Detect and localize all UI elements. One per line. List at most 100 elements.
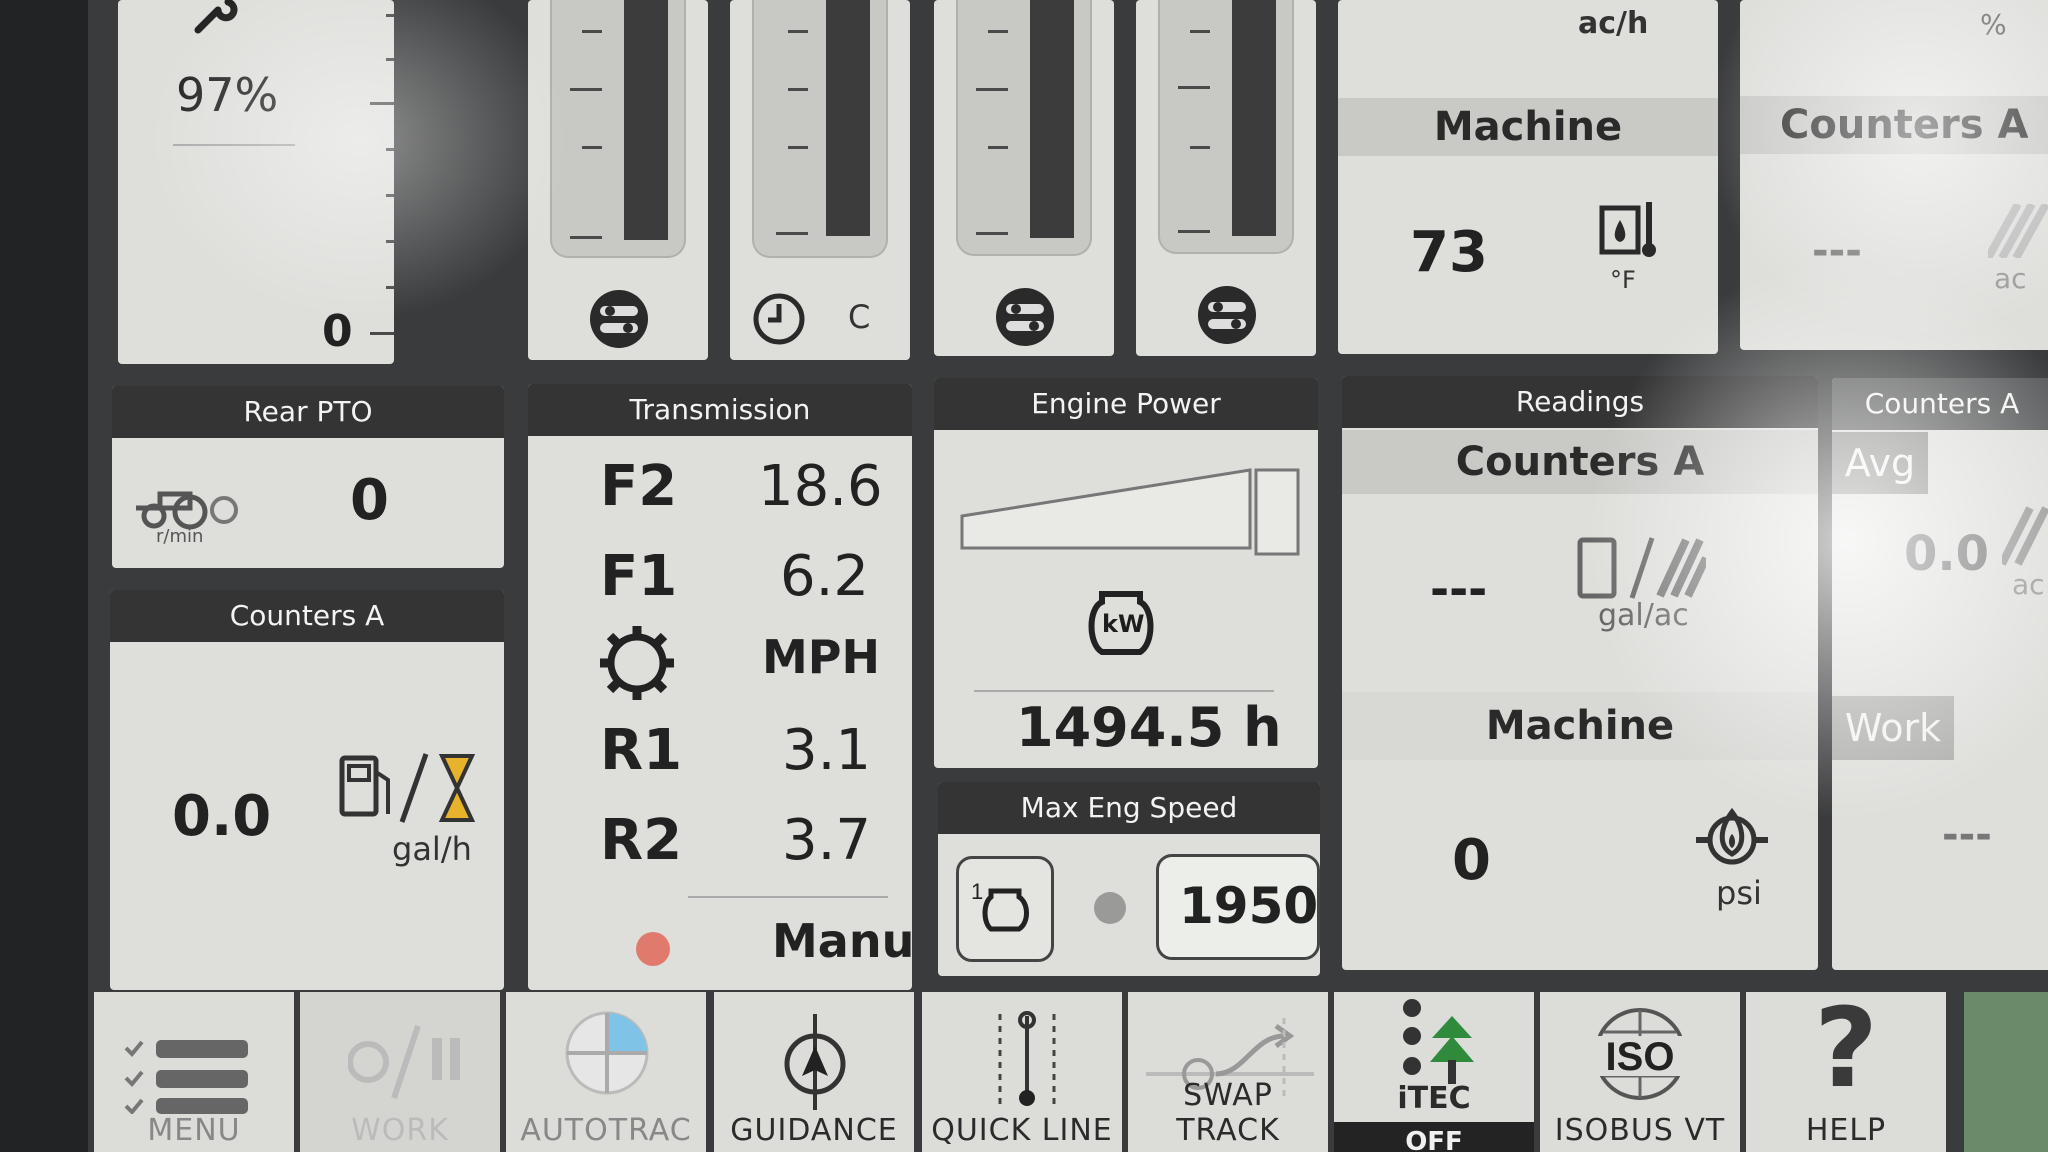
wrench-icon [194,0,238,34]
gear-speed: 3.7 [782,808,872,873]
gauge-tick [776,232,808,235]
percent-unit-label: % [1980,8,2007,41]
engine-speed-preset-button[interactable]: 1 [956,856,1054,962]
work-label: Work [1832,696,1954,760]
readings-machine-title: Machine [1342,692,1818,760]
transmission-title: Transmission [528,384,912,436]
iso-globe-icon: ISO [1588,1008,1692,1100]
machine-temp-tile[interactable]: ac/h Machine 73 °F [1338,0,1718,354]
gauge-tick [1190,146,1210,149]
area-hatch-icon [2002,506,2048,566]
gauge-tick [988,30,1008,33]
fuel-rate-value: 0.0 [172,784,272,849]
autotrac-icon [565,1011,649,1095]
rear-pto-unit: r/min [156,526,204,547]
counters-area-unit: ac [1994,262,2027,295]
rear-pto-title: Rear PTO [112,386,504,438]
power-bar-graph [960,468,1300,556]
load-gauge-tile[interactable]: 97% 0 [118,0,394,364]
nav-isobus-vt[interactable]: ISO ISOBUS VT [1540,992,1740,1152]
transmission-tile[interactable]: Transmission F2 18.6 F1 6.2 MPH R1 3.1 R… [528,384,912,990]
gear-label: R2 [600,808,683,873]
gear-icon [600,626,674,700]
gauge-tick [386,194,394,197]
max-eng-speed-input[interactable]: 1950 [1156,854,1320,960]
gauge-tick [386,58,394,61]
nav-label: HELP [1805,1113,1887,1148]
gauge-tick [1178,230,1210,233]
engine-power-title: Engine Power [934,378,1318,430]
temp-unit-label: C [848,298,871,336]
fuel-per-area-icon [1577,537,1706,599]
counters-value: --- [1812,228,1862,274]
rate-unit-label: ac/h [1578,6,1649,41]
max-eng-speed-value: 1950 [1179,877,1319,935]
clock-icon [753,293,805,345]
work-value: --- [1942,812,1992,858]
engine-power-tile[interactable]: Engine Power kW 1494.5 h [934,378,1318,768]
readings-machine-value: 0 [1452,828,1491,893]
counters-side-title: Counters A [1832,378,2048,430]
speed-unit: MPH [762,630,880,684]
help-question-icon: ? [1814,984,1878,1112]
nav-autotrac[interactable]: AUTOTRAC [506,992,706,1152]
oil-pressure-icon [1696,807,1768,865]
nav-itec[interactable]: iTEC OFF [1334,992,1534,1152]
readings-counters-unit: gal/ac [1598,598,1689,633]
fuel-rate-unit: gal/h [392,830,472,868]
fuel-per-hour-icon [339,753,476,823]
gear-speed: 18.6 [758,454,883,519]
nav-menu[interactable]: MENU [94,992,294,1152]
nav-label: WORK [351,1113,449,1148]
load-percent: 97% [176,68,279,122]
gauge-tick [788,30,808,33]
nav-label: AUTOTRAC [520,1113,692,1148]
fuel-level-icon [996,288,1054,346]
nav-label: GUIDANCE [730,1113,898,1148]
gauge-tile-2[interactable]: C [730,0,910,360]
nav-work[interactable]: WORK [300,992,500,1152]
max-eng-speed-tile[interactable]: Max Eng Speed 1 1950 [938,782,1320,976]
gauge-tick [570,88,602,91]
avg-value: 0.0 [1904,526,1990,582]
gauge-tick [788,88,808,91]
nav-help[interactable]: ? HELP [1746,984,1946,1152]
gauge-tick [386,240,394,243]
status-indicator-red [636,932,670,966]
gauge-level-bar [1232,0,1276,236]
gauge-tick [386,286,394,289]
gauge-tick [386,148,394,151]
counters-title: Counters A [1740,96,2048,154]
display-screen: 97% 0 C ac/h Machine 73 °F % Counters A … [88,0,2048,1152]
gauge-zero-label: 0 [322,306,353,357]
nav-label: MENU [147,1113,241,1148]
rear-pto-tile[interactable]: Rear PTO r/min 0 [112,386,504,568]
nav-edge-tab[interactable] [1964,992,2048,1152]
readings-machine-unit: psi [1716,874,1762,912]
avg-unit: ac [2012,568,2045,601]
quick-line-icon [998,1011,1056,1106]
nav-quick-line[interactable]: QUICK LINE [922,992,1122,1152]
counters-fuel-tile[interactable]: Counters A 0.0 gal/h [110,590,504,990]
nav-label: iTEC [1397,1081,1471,1116]
gauge-tile-3[interactable] [934,0,1114,356]
gauge-tile-1[interactable] [528,0,708,360]
nav-label: ISOBUS VT [1554,1113,1726,1148]
gear-label: F1 [600,544,678,609]
counters-top-tile[interactable]: % Counters A --- ac [1740,0,2048,350]
readings-title: Readings [1342,376,1818,428]
counters-fuel-title: Counters A [110,590,504,642]
counters-side-tile[interactable]: Counters A Avg 0.0 ac Work --- [1832,378,2048,970]
nav-swap-track[interactable]: SWAP TRACK [1128,992,1328,1152]
menu-checklist-icon [124,1040,248,1114]
readings-tile[interactable]: Readings Counters A --- gal/ac Machine 0… [1342,376,1818,970]
machine-title: Machine [1338,98,1718,156]
nav-guidance[interactable]: GUIDANCE [714,992,914,1152]
engine-kw-label: kW [1102,610,1145,638]
nav-label: QUICK LINE [931,1113,1113,1148]
gauge-tile-4[interactable] [1136,0,1316,356]
divider [173,144,295,146]
gear-label: R1 [600,718,683,783]
gauge-tick [976,232,1008,235]
fuel-level-icon [590,290,648,348]
